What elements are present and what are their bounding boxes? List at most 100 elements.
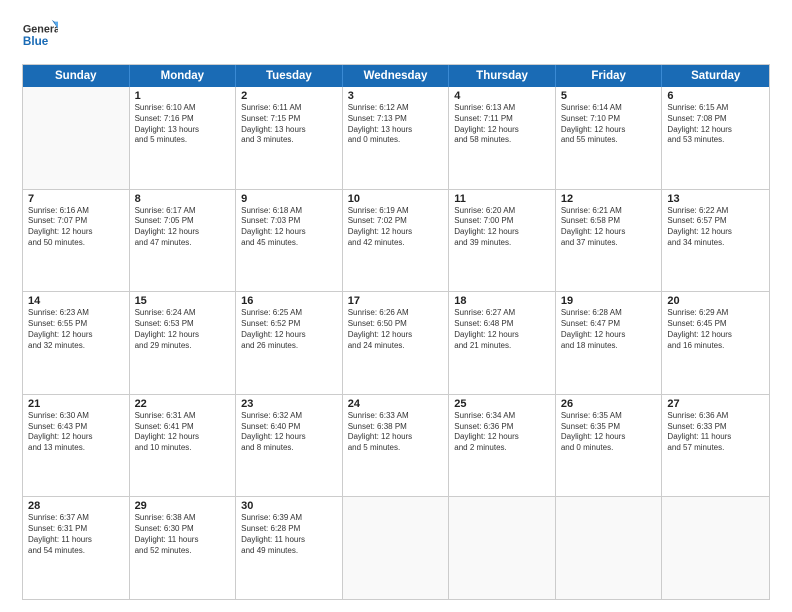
cell-line: and 58 minutes.	[454, 135, 550, 146]
cell-line: Sunrise: 6:35 AM	[561, 411, 657, 422]
page: General Blue SundayMondayTuesdayWednesda…	[0, 0, 792, 612]
cell-line: Daylight: 12 hours	[241, 227, 337, 238]
cell-line: Sunset: 6:38 PM	[348, 422, 444, 433]
cell-line: Daylight: 12 hours	[348, 227, 444, 238]
day-cell-7: 7Sunrise: 6:16 AMSunset: 7:07 PMDaylight…	[23, 190, 130, 292]
cell-line: and 47 minutes.	[135, 238, 231, 249]
cell-line: Sunset: 7:03 PM	[241, 216, 337, 227]
empty-cell	[662, 497, 769, 599]
cell-line: Sunset: 7:02 PM	[348, 216, 444, 227]
cell-line: and 26 minutes.	[241, 341, 337, 352]
cell-line: and 0 minutes.	[348, 135, 444, 146]
cell-line: Daylight: 12 hours	[135, 227, 231, 238]
cell-line: Daylight: 12 hours	[348, 432, 444, 443]
cell-line: Sunset: 7:13 PM	[348, 114, 444, 125]
svg-text:General: General	[23, 23, 58, 35]
week-row-2: 14Sunrise: 6:23 AMSunset: 6:55 PMDayligh…	[23, 291, 769, 394]
cell-line: and 54 minutes.	[28, 546, 124, 557]
cell-line: Sunset: 7:08 PM	[667, 114, 764, 125]
cell-line: Sunrise: 6:14 AM	[561, 103, 657, 114]
day-number: 27	[667, 398, 764, 410]
cell-line: Sunrise: 6:24 AM	[135, 308, 231, 319]
header-day-thursday: Thursday	[449, 65, 556, 87]
day-cell-12: 12Sunrise: 6:21 AMSunset: 6:58 PMDayligh…	[556, 190, 663, 292]
cell-line: Sunrise: 6:12 AM	[348, 103, 444, 114]
calendar-header: SundayMondayTuesdayWednesdayThursdayFrid…	[23, 65, 769, 87]
cell-line: Daylight: 12 hours	[561, 125, 657, 136]
cell-line: and 29 minutes.	[135, 341, 231, 352]
cell-line: and 42 minutes.	[348, 238, 444, 249]
cell-line: Daylight: 11 hours	[28, 535, 124, 546]
day-number: 23	[241, 398, 337, 410]
day-number: 3	[348, 90, 444, 102]
header-day-tuesday: Tuesday	[236, 65, 343, 87]
cell-line: Daylight: 12 hours	[454, 227, 550, 238]
cell-line: Sunrise: 6:19 AM	[348, 206, 444, 217]
header: General Blue	[22, 18, 770, 54]
day-cell-19: 19Sunrise: 6:28 AMSunset: 6:47 PMDayligh…	[556, 292, 663, 394]
cell-line: Sunset: 6:30 PM	[135, 524, 231, 535]
cell-line: Sunset: 6:35 PM	[561, 422, 657, 433]
day-cell-15: 15Sunrise: 6:24 AMSunset: 6:53 PMDayligh…	[130, 292, 237, 394]
calendar: SundayMondayTuesdayWednesdayThursdayFrid…	[22, 64, 770, 600]
cell-line: Sunrise: 6:17 AM	[135, 206, 231, 217]
cell-line: Sunrise: 6:23 AM	[28, 308, 124, 319]
cell-line: and 52 minutes.	[135, 546, 231, 557]
day-number: 29	[135, 500, 231, 512]
day-number: 30	[241, 500, 337, 512]
cell-line: Daylight: 12 hours	[667, 125, 764, 136]
cell-line: and 37 minutes.	[561, 238, 657, 249]
cell-line: Daylight: 12 hours	[28, 432, 124, 443]
cell-line: Daylight: 12 hours	[454, 432, 550, 443]
cell-line: Sunrise: 6:31 AM	[135, 411, 231, 422]
cell-line: Sunset: 6:45 PM	[667, 319, 764, 330]
day-number: 6	[667, 90, 764, 102]
week-row-3: 21Sunrise: 6:30 AMSunset: 6:43 PMDayligh…	[23, 394, 769, 497]
cell-line: Sunset: 6:55 PM	[28, 319, 124, 330]
empty-cell	[23, 87, 130, 189]
cell-line: Daylight: 12 hours	[135, 330, 231, 341]
cell-line: and 24 minutes.	[348, 341, 444, 352]
cell-line: Sunrise: 6:10 AM	[135, 103, 231, 114]
day-cell-24: 24Sunrise: 6:33 AMSunset: 6:38 PMDayligh…	[343, 395, 450, 497]
day-number: 21	[28, 398, 124, 410]
day-cell-13: 13Sunrise: 6:22 AMSunset: 6:57 PMDayligh…	[662, 190, 769, 292]
cell-line: Sunrise: 6:22 AM	[667, 206, 764, 217]
week-row-1: 7Sunrise: 6:16 AMSunset: 7:07 PMDaylight…	[23, 189, 769, 292]
cell-line: Sunrise: 6:25 AM	[241, 308, 337, 319]
cell-line: Sunrise: 6:18 AM	[241, 206, 337, 217]
logo: General Blue	[22, 18, 58, 54]
cell-line: Sunset: 6:28 PM	[241, 524, 337, 535]
cell-line: Sunset: 7:07 PM	[28, 216, 124, 227]
day-number: 28	[28, 500, 124, 512]
cell-line: Daylight: 12 hours	[241, 330, 337, 341]
day-number: 24	[348, 398, 444, 410]
cell-line: Daylight: 11 hours	[667, 432, 764, 443]
day-cell-30: 30Sunrise: 6:39 AMSunset: 6:28 PMDayligh…	[236, 497, 343, 599]
day-cell-16: 16Sunrise: 6:25 AMSunset: 6:52 PMDayligh…	[236, 292, 343, 394]
cell-line: Sunset: 6:31 PM	[28, 524, 124, 535]
week-row-0: 1Sunrise: 6:10 AMSunset: 7:16 PMDaylight…	[23, 87, 769, 189]
cell-line: Sunset: 6:43 PM	[28, 422, 124, 433]
cell-line: Sunrise: 6:33 AM	[348, 411, 444, 422]
day-cell-4: 4Sunrise: 6:13 AMSunset: 7:11 PMDaylight…	[449, 87, 556, 189]
cell-line: Daylight: 13 hours	[241, 125, 337, 136]
day-number: 1	[135, 90, 231, 102]
day-cell-8: 8Sunrise: 6:17 AMSunset: 7:05 PMDaylight…	[130, 190, 237, 292]
cell-line: and 5 minutes.	[135, 135, 231, 146]
cell-line: Sunrise: 6:26 AM	[348, 308, 444, 319]
cell-line: Daylight: 12 hours	[561, 330, 657, 341]
week-row-4: 28Sunrise: 6:37 AMSunset: 6:31 PMDayligh…	[23, 496, 769, 599]
day-cell-10: 10Sunrise: 6:19 AMSunset: 7:02 PMDayligh…	[343, 190, 450, 292]
cell-line: Sunrise: 6:36 AM	[667, 411, 764, 422]
cell-line: Daylight: 12 hours	[135, 432, 231, 443]
cell-line: Sunrise: 6:32 AM	[241, 411, 337, 422]
day-number: 4	[454, 90, 550, 102]
day-number: 18	[454, 295, 550, 307]
day-number: 15	[135, 295, 231, 307]
cell-line: Daylight: 12 hours	[561, 227, 657, 238]
cell-line: and 45 minutes.	[241, 238, 337, 249]
header-day-monday: Monday	[130, 65, 237, 87]
cell-line: and 34 minutes.	[667, 238, 764, 249]
day-cell-1: 1Sunrise: 6:10 AMSunset: 7:16 PMDaylight…	[130, 87, 237, 189]
